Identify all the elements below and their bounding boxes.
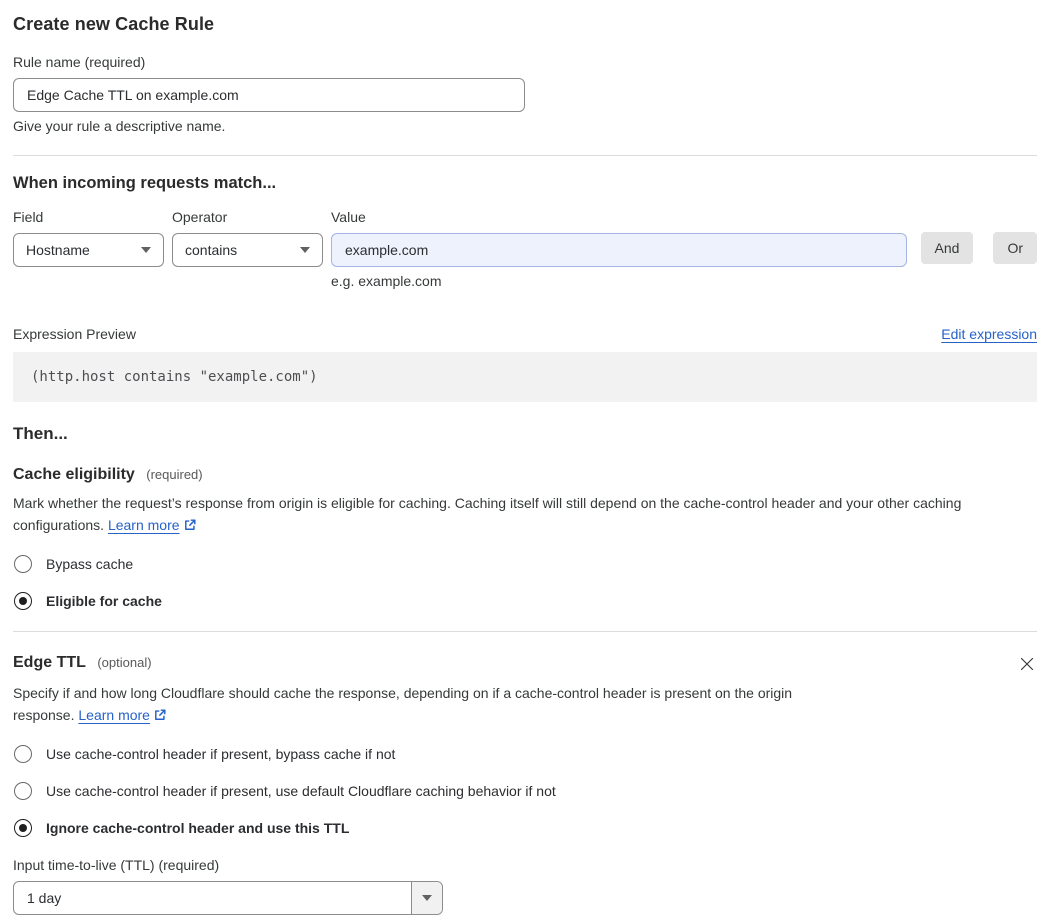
field-select-value: Hostname (26, 242, 90, 258)
external-link-icon (155, 709, 166, 720)
operator-select-value: contains (185, 242, 238, 258)
match-condition-row: Field Hostname Operator contains Value e… (13, 209, 1037, 289)
cache-eligibility-qualifier: (required) (146, 467, 203, 482)
radio-label: Bypass cache (46, 556, 134, 572)
operator-select[interactable]: contains (172, 233, 323, 267)
learn-more-link[interactable]: Learn more (108, 517, 180, 533)
ttl-label: Input time-to-live (TTL) (required) (13, 857, 220, 874)
radio-label: Use cache-control header if present, byp… (46, 746, 396, 763)
value-help: e.g. example.com (331, 273, 442, 289)
radio-indicator (14, 745, 32, 764)
learn-more-link[interactable]: Learn more (78, 707, 150, 723)
ttl-select-value: 1 day (27, 890, 62, 907)
value-input[interactable] (331, 233, 907, 267)
chevron-down-icon (141, 247, 151, 253)
and-button[interactable]: And (920, 232, 974, 264)
section-divider (13, 631, 1037, 632)
radio-use-header-default-if-not[interactable]: Use cache-control header if present, use… (13, 782, 1037, 801)
edge-ttl-qualifier: (optional) (97, 655, 152, 670)
cache-eligibility-description: Mark whether the request’s response from… (13, 493, 1037, 536)
radio-use-header-bypass-if-not[interactable]: Use cache-control header if present, byp… (13, 745, 1037, 764)
rule-name-input[interactable] (13, 78, 525, 112)
radio-indicator (14, 819, 32, 838)
edge-ttl-header: Edge TTL (optional) (13, 654, 1037, 674)
operator-label: Operator (172, 209, 228, 225)
create-cache-rule-form: Create new Cache Rule Rule name (require… (0, 0, 1058, 915)
radio-indicator (14, 592, 32, 610)
field-label: Field (13, 209, 44, 225)
rule-name-label: Rule name (required) (13, 54, 146, 70)
page-title: Create new Cache Rule (13, 14, 215, 34)
ttl-select[interactable]: 1 day (13, 881, 443, 915)
radio-bypass-cache[interactable]: Bypass cache (13, 555, 1037, 573)
radio-label: Ignore cache-control header and use this… (46, 820, 350, 837)
radio-indicator (14, 782, 32, 801)
section-divider (13, 155, 1037, 156)
radio-label: Use cache-control header if present, use… (46, 783, 556, 800)
expression-preview-header: Expression Preview Edit expression (13, 326, 1037, 342)
then-heading: Then... (13, 424, 68, 443)
radio-indicator (14, 555, 32, 573)
andor-group: And Or (920, 232, 1037, 264)
ttl-select-button[interactable] (411, 882, 442, 915)
cache-eligibility-header: Cache eligibility (required) (13, 466, 1037, 484)
external-link-icon (184, 518, 196, 530)
field-select[interactable]: Hostname (13, 233, 164, 267)
radio-label: Eligible for cache (46, 593, 162, 609)
radio-ignore-header-use-ttl[interactable]: Ignore cache-control header and use this… (13, 819, 1037, 838)
value-label: Value (331, 209, 366, 225)
close-icon (1020, 657, 1034, 671)
cache-eligibility-title: Cache eligibility (13, 466, 135, 483)
edge-ttl-title: Edge TTL (13, 654, 86, 671)
or-button[interactable]: Or (993, 232, 1037, 264)
close-edge-ttl-button[interactable] (1019, 656, 1035, 674)
radio-eligible-for-cache[interactable]: Eligible for cache (13, 592, 1037, 610)
expression-preview-label: Expression Preview (13, 326, 136, 342)
rule-name-help: Give your rule a descriptive name. (13, 118, 226, 134)
chevron-down-icon (422, 895, 432, 902)
chevron-down-icon (300, 247, 310, 253)
match-heading: When incoming requests match... (13, 174, 277, 192)
expression-preview-code: (http.host contains "example.com") (13, 352, 1037, 402)
edit-expression-link[interactable]: Edit expression (941, 326, 1037, 342)
edge-ttl-description: Specify if and how long Cloudflare shoul… (13, 683, 849, 726)
